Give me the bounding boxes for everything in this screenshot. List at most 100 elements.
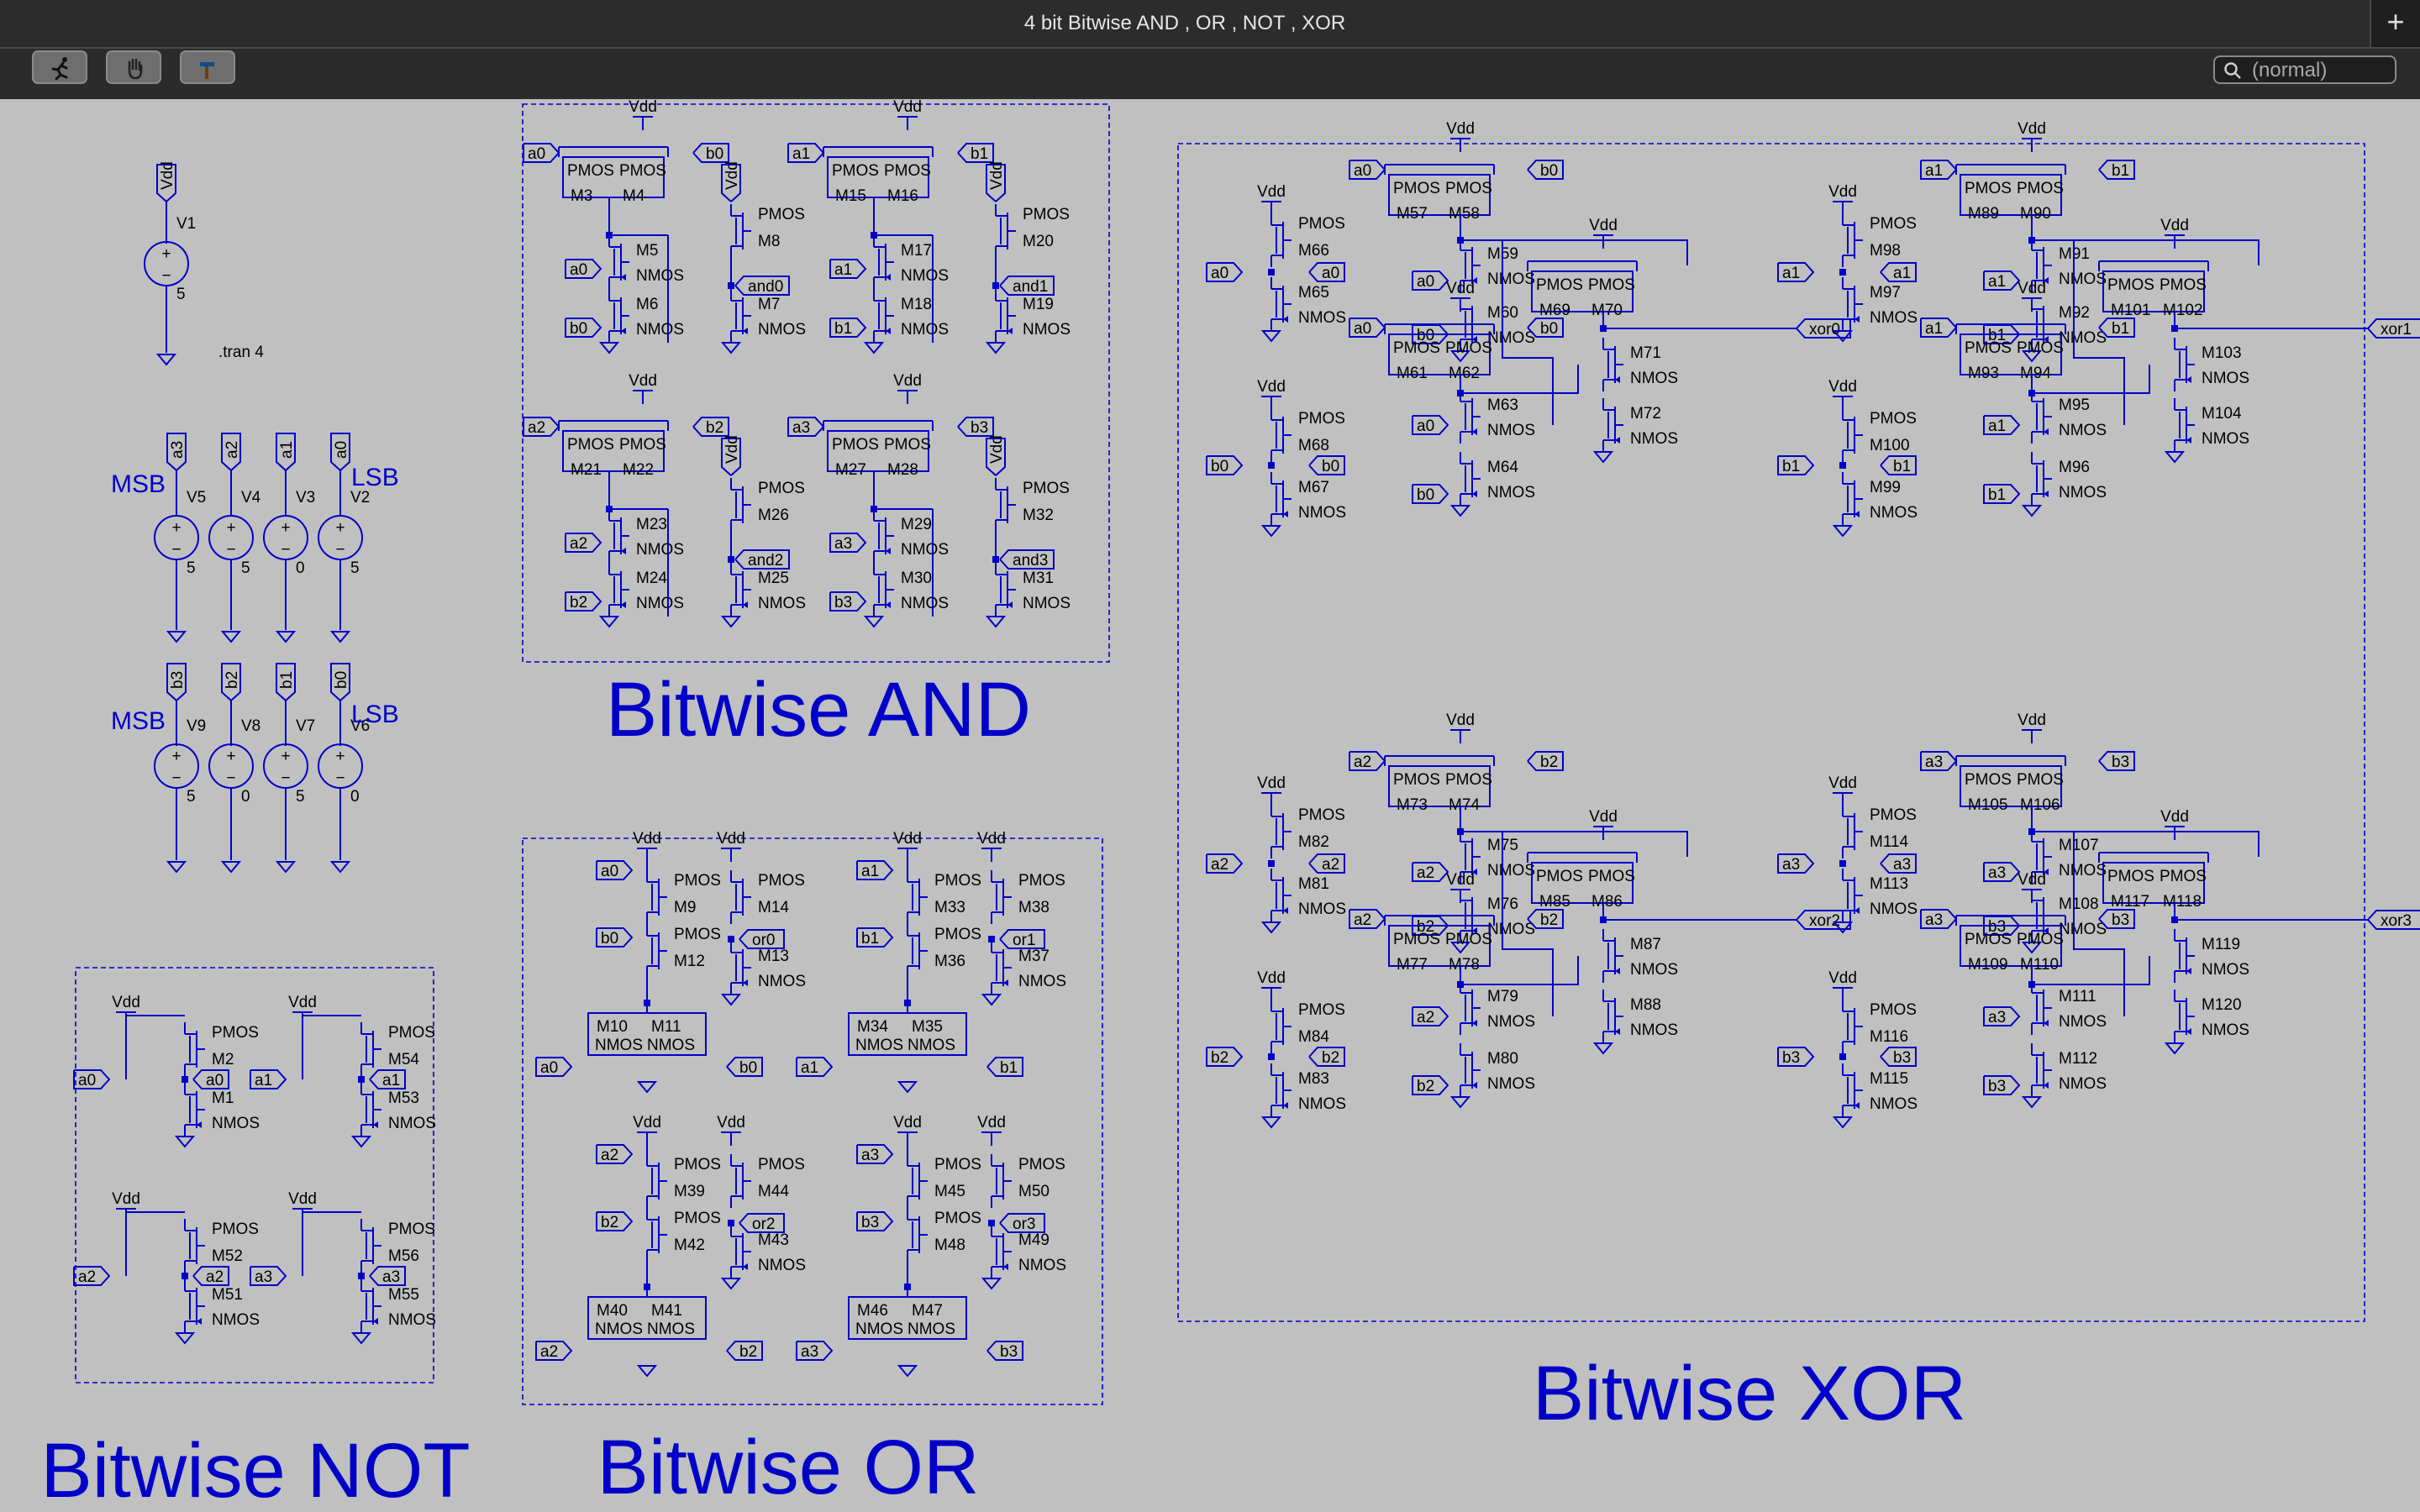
net-label: a0 bbox=[528, 145, 545, 163]
transistor-name: M101 bbox=[2111, 302, 2151, 319]
transistor-type: PMOS bbox=[1393, 180, 1440, 197]
transistor-name: M51 bbox=[212, 1286, 243, 1304]
transistor-name: M106 bbox=[2020, 796, 2060, 814]
source-plus: + bbox=[335, 748, 345, 765]
source-value: 0 bbox=[296, 559, 305, 577]
net-label: b3 bbox=[2112, 753, 2129, 771]
transistor-type: PMOS bbox=[674, 926, 721, 943]
search-input[interactable] bbox=[2250, 60, 2392, 81]
net-label: a2 bbox=[206, 1268, 224, 1286]
transistor-type: NMOS bbox=[595, 1037, 643, 1054]
transistor-type: NMOS bbox=[758, 1257, 806, 1274]
transistor-type: NMOS bbox=[908, 1320, 955, 1338]
ground-symbol bbox=[1832, 1116, 1854, 1129]
halt-button[interactable] bbox=[106, 50, 161, 84]
vdd-label: Vdd bbox=[1589, 217, 1618, 234]
net-label: b0 bbox=[1540, 320, 1558, 338]
transistor-type: NMOS bbox=[2059, 1075, 2107, 1093]
ground-symbol bbox=[155, 354, 177, 366]
transistor-name: M102 bbox=[2163, 302, 2203, 319]
net-label: a1 bbox=[1925, 162, 1943, 180]
transistor-name: M33 bbox=[934, 899, 965, 916]
ground-symbol bbox=[636, 1081, 658, 1094]
transistor-type: PMOS bbox=[758, 480, 805, 497]
source-name: V7 bbox=[296, 717, 315, 735]
net-label: b2 bbox=[601, 1214, 618, 1231]
transistor-type: NMOS bbox=[636, 267, 684, 285]
net-label: b3 bbox=[834, 594, 852, 612]
transistor-name: M31 bbox=[1023, 570, 1054, 587]
search-box[interactable] bbox=[2213, 55, 2396, 84]
transistor-name: M46 bbox=[857, 1302, 888, 1320]
transistor-name: M98 bbox=[1870, 242, 1901, 260]
running-man-icon bbox=[51, 57, 68, 81]
title-bar: 4 bit Bitwise AND , OR , NOT , XOR + bbox=[0, 0, 2420, 49]
transistor-type: NMOS bbox=[901, 595, 949, 612]
transistor-name: M87 bbox=[1630, 936, 1661, 953]
transistor-type: PMOS bbox=[1588, 276, 1635, 294]
transistor-name: M23 bbox=[636, 516, 667, 533]
net-label: a1 bbox=[861, 863, 879, 880]
net-label: xor2 bbox=[1809, 912, 1840, 930]
transistor-type: NMOS bbox=[1023, 595, 1071, 612]
source-value: 5 bbox=[350, 559, 360, 577]
vdd-label: Vdd bbox=[893, 830, 922, 848]
ground-symbol bbox=[2164, 451, 2186, 464]
transistor-type: NMOS bbox=[1870, 900, 1918, 918]
new-tab-button[interactable]: + bbox=[2370, 0, 2420, 47]
transistor-type: NMOS bbox=[2202, 430, 2249, 448]
net-label: a1 bbox=[1988, 273, 2006, 291]
transistor-type: PMOS bbox=[884, 162, 931, 180]
net-label: a2 bbox=[570, 535, 587, 553]
transistor-type: PMOS bbox=[1536, 276, 1583, 294]
transistor-type: PMOS bbox=[934, 926, 981, 943]
source-name: V8 bbox=[241, 717, 260, 735]
transistor-name: M104 bbox=[2202, 405, 2242, 423]
junction bbox=[1268, 1053, 1275, 1060]
vdd-label: Vdd bbox=[1828, 774, 1857, 792]
net-label: b1 bbox=[278, 671, 296, 689]
net-label: a1 bbox=[255, 1072, 272, 1089]
net-label: a2 bbox=[1354, 911, 1371, 929]
transistor-name: M19 bbox=[1023, 296, 1054, 313]
net-label: a0 bbox=[333, 441, 350, 459]
section-title-or: Bitwise OR bbox=[597, 1425, 980, 1510]
transistor-name: M96 bbox=[2059, 459, 2090, 476]
ground-symbol bbox=[598, 342, 620, 354]
transistor-name: M37 bbox=[1018, 948, 1050, 965]
transistor-name: M5 bbox=[636, 242, 658, 260]
net-label: b1 bbox=[1988, 486, 2006, 504]
ground-symbol bbox=[985, 342, 1007, 354]
transistor-name: M12 bbox=[674, 953, 705, 970]
transistor-type: PMOS bbox=[619, 162, 666, 180]
ground-symbol bbox=[329, 861, 351, 874]
transistor-name: M71 bbox=[1630, 344, 1661, 362]
hammer-tool-button[interactable] bbox=[180, 50, 235, 84]
source-value: 5 bbox=[176, 286, 186, 303]
net-label: b2 bbox=[1211, 1049, 1228, 1067]
vdd-label: Vdd bbox=[1828, 378, 1857, 396]
transistor-name: M116 bbox=[1870, 1028, 1908, 1046]
transistor-name: M26 bbox=[758, 507, 789, 524]
run-button[interactable] bbox=[32, 50, 87, 84]
ground-symbol bbox=[166, 631, 187, 643]
net-label: b0 bbox=[570, 320, 587, 338]
net-label: b1 bbox=[861, 930, 879, 948]
transistor-name: M40 bbox=[597, 1302, 628, 1320]
vdd-label: Vdd bbox=[893, 1114, 922, 1131]
vdd-label: Vdd bbox=[1257, 774, 1286, 792]
schematic-canvas[interactable]: Vdd + − V1 5 .tran 4 a3 + − V5 5 a2 + − V4 5 a1 + − V3 0 a0 + −… bbox=[0, 99, 2420, 1512]
ground-symbol bbox=[863, 342, 885, 354]
net-label: Vdd bbox=[723, 161, 741, 190]
transistor-type: NMOS bbox=[388, 1311, 436, 1329]
net-label: a3 bbox=[834, 535, 852, 553]
vdd-label: Vdd bbox=[1828, 969, 1857, 987]
vdd-label: Vdd bbox=[1828, 183, 1857, 201]
net-label: b2 bbox=[1322, 1049, 1339, 1067]
transistor-type: PMOS bbox=[2107, 276, 2154, 294]
transistor-name: M36 bbox=[934, 953, 965, 970]
transistor-type: NMOS bbox=[2202, 961, 2249, 979]
source-value: 5 bbox=[241, 559, 250, 577]
net-label: a3 bbox=[861, 1147, 879, 1164]
net-label: b3 bbox=[971, 419, 988, 437]
